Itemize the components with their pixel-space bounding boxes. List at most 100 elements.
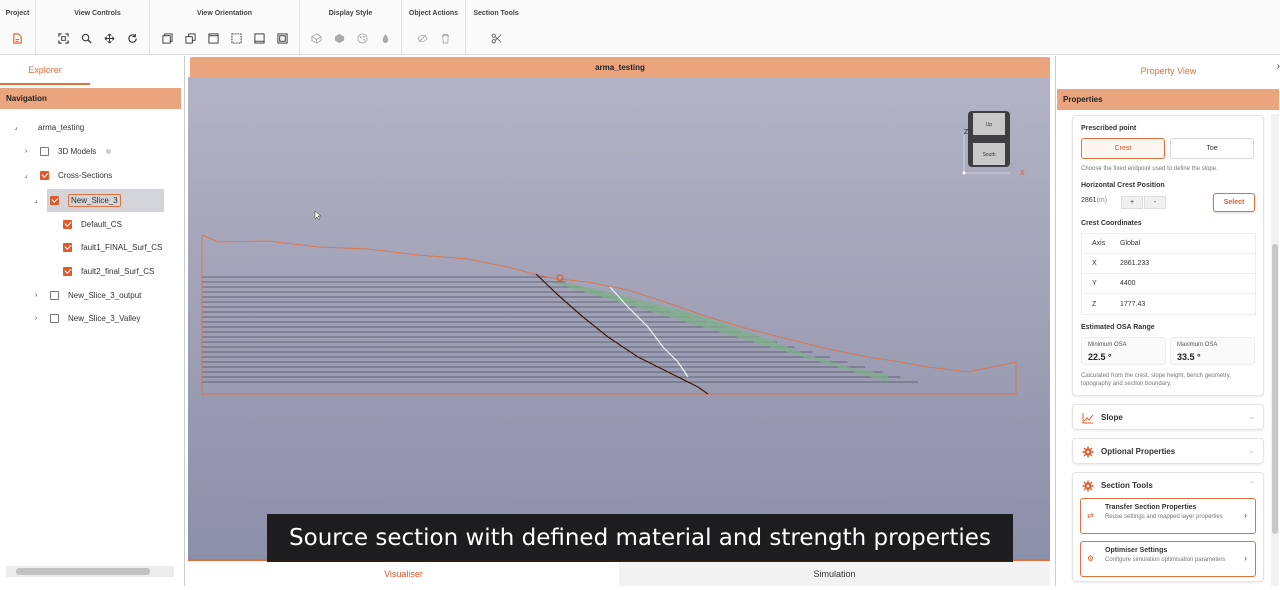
gear-icon: [1082, 446, 1094, 458]
solid-icon[interactable]: [332, 31, 347, 46]
card-title: Optimiser Settings: [1105, 547, 1168, 554]
tree-item-fault2[interactable]: fault2_final_Surf_CS: [63, 260, 154, 282]
tree-item-label: New_Slice_3: [68, 193, 121, 207]
tab-simulation[interactable]: Simulation: [619, 561, 1050, 586]
tree-item-label: New_Slice_3_output: [68, 290, 142, 300]
horizontal-scrollbar[interactable]: [6, 566, 174, 577]
axis-y: Y: [1092, 280, 1097, 287]
toolbar-group-view-orientation: View Orientation: [150, 0, 300, 55]
group-label: Object Actions: [408, 10, 459, 17]
gizmo-x-axis: X: [1020, 170, 1025, 177]
gear-icon: [1082, 480, 1094, 492]
rotate-icon[interactable]: [125, 31, 140, 46]
gizmo-up-label: Up: [986, 122, 993, 128]
crest-position-input[interactable]: 2861 (m): [1081, 197, 1107, 204]
group-label: Display Style: [328, 10, 373, 17]
scissors-icon[interactable]: [489, 31, 504, 46]
video-caption: Source section with defined material and…: [267, 514, 1013, 562]
prescribed-point-note: Choose the fixed endpoint used to define…: [1081, 166, 1218, 172]
delete-icon[interactable]: [438, 31, 453, 46]
view-side-icon[interactable]: [275, 31, 290, 46]
property-view-title: Property View: [1140, 65, 1197, 76]
scrollbar-thumb[interactable]: [1272, 244, 1278, 534]
tree-item-project[interactable]: ⌟ arma_testing: [12, 116, 84, 138]
card-title: Transfer Section Properties: [1105, 504, 1197, 511]
collapse-icon[interactable]: ⌟: [22, 171, 30, 179]
checkbox[interactable]: [50, 313, 59, 323]
crest-button[interactable]: Crest: [1081, 138, 1165, 159]
texture-icon[interactable]: [355, 31, 370, 46]
shaded-icon[interactable]: [378, 31, 393, 46]
transfer-section-properties-card[interactable]: ⇄ Transfer Section Properties Reuse sett…: [1080, 498, 1256, 534]
transfer-icon: ⇄: [1087, 511, 1094, 520]
toolbar-group-section-tools: Section Tools: [466, 0, 526, 55]
chevron-down-icon: ⌄: [1248, 446, 1255, 455]
fit-view-icon[interactable]: [56, 31, 71, 46]
tree-item-fault1[interactable]: fault1_FINAL_Surf_CS: [63, 236, 162, 258]
tree-item-default-cs[interactable]: Default_CS: [63, 213, 122, 235]
property-view-panel: Property View › Properties Prescribed po…: [1055, 56, 1280, 586]
select-button[interactable]: Select: [1213, 193, 1255, 212]
orientation-gizmo[interactable]: Up South Z X: [962, 111, 1026, 177]
hide-icon[interactable]: [415, 31, 430, 46]
checkbox[interactable]: [50, 290, 59, 300]
section-boundary[interactable]: [201, 234, 1017, 395]
section-canvas[interactable]: Up South Z X: [188, 77, 1050, 559]
accordion-optional-properties[interactable]: Optional Properties ⌄: [1072, 438, 1264, 464]
slope-chart-icon: [1082, 413, 1094, 424]
chevron-right-icon: ›: [1244, 510, 1247, 520]
decrement-button[interactable]: -: [1144, 196, 1166, 209]
scrollbar-thumb[interactable]: [16, 568, 150, 575]
pan-icon[interactable]: [102, 31, 117, 46]
tree-item-cross-sections[interactable]: ⌟ Cross-Sections: [22, 164, 112, 186]
tab-explorer[interactable]: Explorer: [0, 56, 90, 85]
accordion-label: Section Tools: [1101, 481, 1153, 490]
view-top-icon[interactable]: [229, 31, 244, 46]
3d-viewport[interactable]: Up South Z X: [188, 77, 1050, 559]
zoom-icon[interactable]: [79, 31, 94, 46]
view-back-icon[interactable]: [206, 31, 221, 46]
view-bottom-icon[interactable]: [252, 31, 267, 46]
group-label: View Orientation: [196, 10, 253, 17]
wireframe-icon[interactable]: [309, 31, 324, 46]
checkbox[interactable]: [40, 170, 49, 180]
tree-item-new-slice-3-valley[interactable]: › New_Slice_3_Valley: [32, 307, 140, 329]
project-file-icon[interactable]: [10, 31, 25, 46]
max-osa-box: Maximum OSA 33.5 °: [1170, 337, 1255, 365]
checkbox[interactable]: [50, 195, 59, 205]
toolbar: Project View Controls View Orientation D…: [0, 0, 1280, 55]
expand-icon[interactable]: ›: [22, 148, 30, 155]
strata-lines: [202, 276, 918, 383]
view-iso-icon[interactable]: [160, 31, 175, 46]
collapse-icon[interactable]: ⌟: [12, 123, 20, 131]
tree-item-new-slice-3[interactable]: ⌟ New_Slice_3: [32, 189, 121, 211]
view-front-icon[interactable]: [183, 31, 198, 46]
sliders-icon: ⚙: [1087, 554, 1095, 563]
optimiser-settings-card[interactable]: ⚙ Optimiser Settings Configure simulatio…: [1080, 541, 1256, 577]
toolbar-group-display-style: Display Style: [300, 0, 402, 55]
checkbox[interactable]: [63, 242, 72, 252]
checkbox[interactable]: [63, 219, 72, 229]
osa-range-label: Estimated OSA Range: [1081, 324, 1155, 331]
axis-header: Axis: [1092, 240, 1106, 247]
viewport-title: arma_testing: [190, 57, 1050, 77]
x-value: 2861.233: [1120, 260, 1150, 267]
tree-item-label: Default_CS: [81, 219, 122, 229]
increment-button[interactable]: +: [1121, 196, 1143, 209]
toe-button[interactable]: Toe: [1170, 138, 1254, 159]
tree-item-new-slice-3-output[interactable]: › New_Slice_3_output: [32, 284, 141, 306]
expand-icon[interactable]: ›: [32, 292, 40, 299]
collapse-icon[interactable]: ⌟: [32, 196, 40, 204]
checkbox[interactable]: [63, 266, 72, 276]
collapse-panel-icon[interactable]: ›: [1277, 61, 1280, 72]
checkbox[interactable]: [40, 146, 49, 156]
vertical-scrollbar[interactable]: [1271, 114, 1279, 586]
tree-item-3d-models[interactable]: › 3D Models: [22, 140, 112, 162]
crest-marker[interactable]: [556, 274, 564, 282]
tree-item-label: New_Slice_3_Valley: [68, 313, 141, 323]
accordion-slope[interactable]: Slope ⌄: [1072, 404, 1264, 430]
tab-visualiser[interactable]: Visualiser: [188, 561, 619, 586]
expand-icon[interactable]: ›: [32, 315, 40, 322]
min-osa-label: Minimum OSA: [1088, 342, 1127, 348]
min-osa-box: Minimum OSA 22.5 °: [1081, 337, 1166, 365]
